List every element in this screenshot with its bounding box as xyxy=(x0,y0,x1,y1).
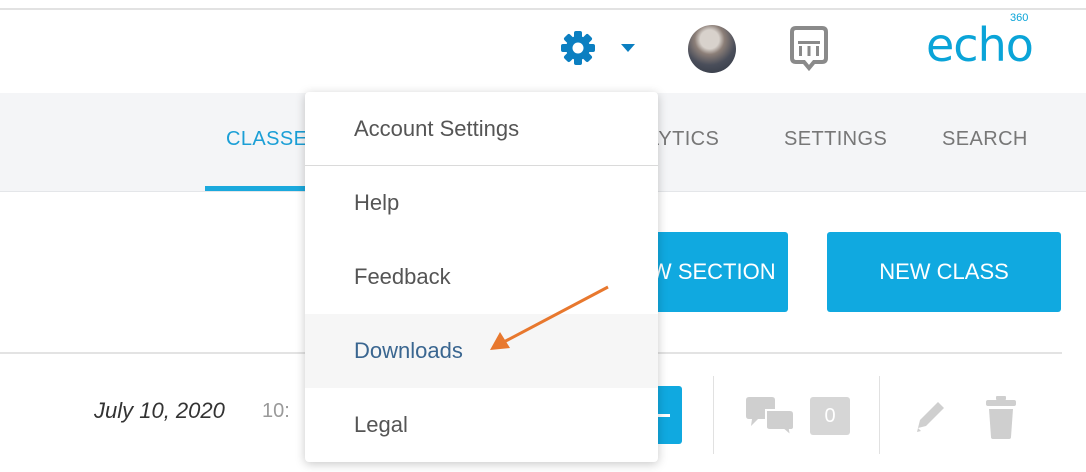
row-separator xyxy=(713,376,714,454)
new-class-button[interactable]: NEW CLASS xyxy=(827,232,1061,312)
comment-count-badge: 0 xyxy=(810,397,850,435)
tab-search[interactable]: SEARCH xyxy=(942,128,1028,151)
tab-settings[interactable]: SETTINGS xyxy=(784,128,887,151)
active-tab-indicator xyxy=(205,186,315,191)
minus-icon xyxy=(656,414,670,417)
settings-dropdown-menu: Account Settings Help Feedback Downloads… xyxy=(305,92,658,462)
gear-icon[interactable] xyxy=(558,28,598,68)
menu-item-downloads[interactable]: Downloads xyxy=(305,314,658,388)
caret-down-icon[interactable] xyxy=(620,42,636,54)
row-date: July 10, 2020 xyxy=(94,398,225,423)
chat-logo-icon[interactable] xyxy=(786,24,832,72)
brand-logo: echo xyxy=(926,18,1034,72)
avatar[interactable] xyxy=(688,25,736,73)
comments-icon[interactable] xyxy=(744,396,798,436)
menu-item-feedback[interactable]: Feedback xyxy=(305,240,658,314)
menu-item-legal[interactable]: Legal xyxy=(305,388,658,462)
menu-item-help[interactable]: Help xyxy=(305,166,658,240)
pencil-icon[interactable] xyxy=(912,396,948,436)
top-border xyxy=(0,8,1086,10)
brand-superscript: 360 xyxy=(1010,12,1029,24)
menu-item-account-settings[interactable]: Account Settings xyxy=(305,92,658,165)
row-time: 10: xyxy=(262,400,290,422)
row-separator xyxy=(879,376,880,454)
trash-icon[interactable] xyxy=(982,394,1020,440)
